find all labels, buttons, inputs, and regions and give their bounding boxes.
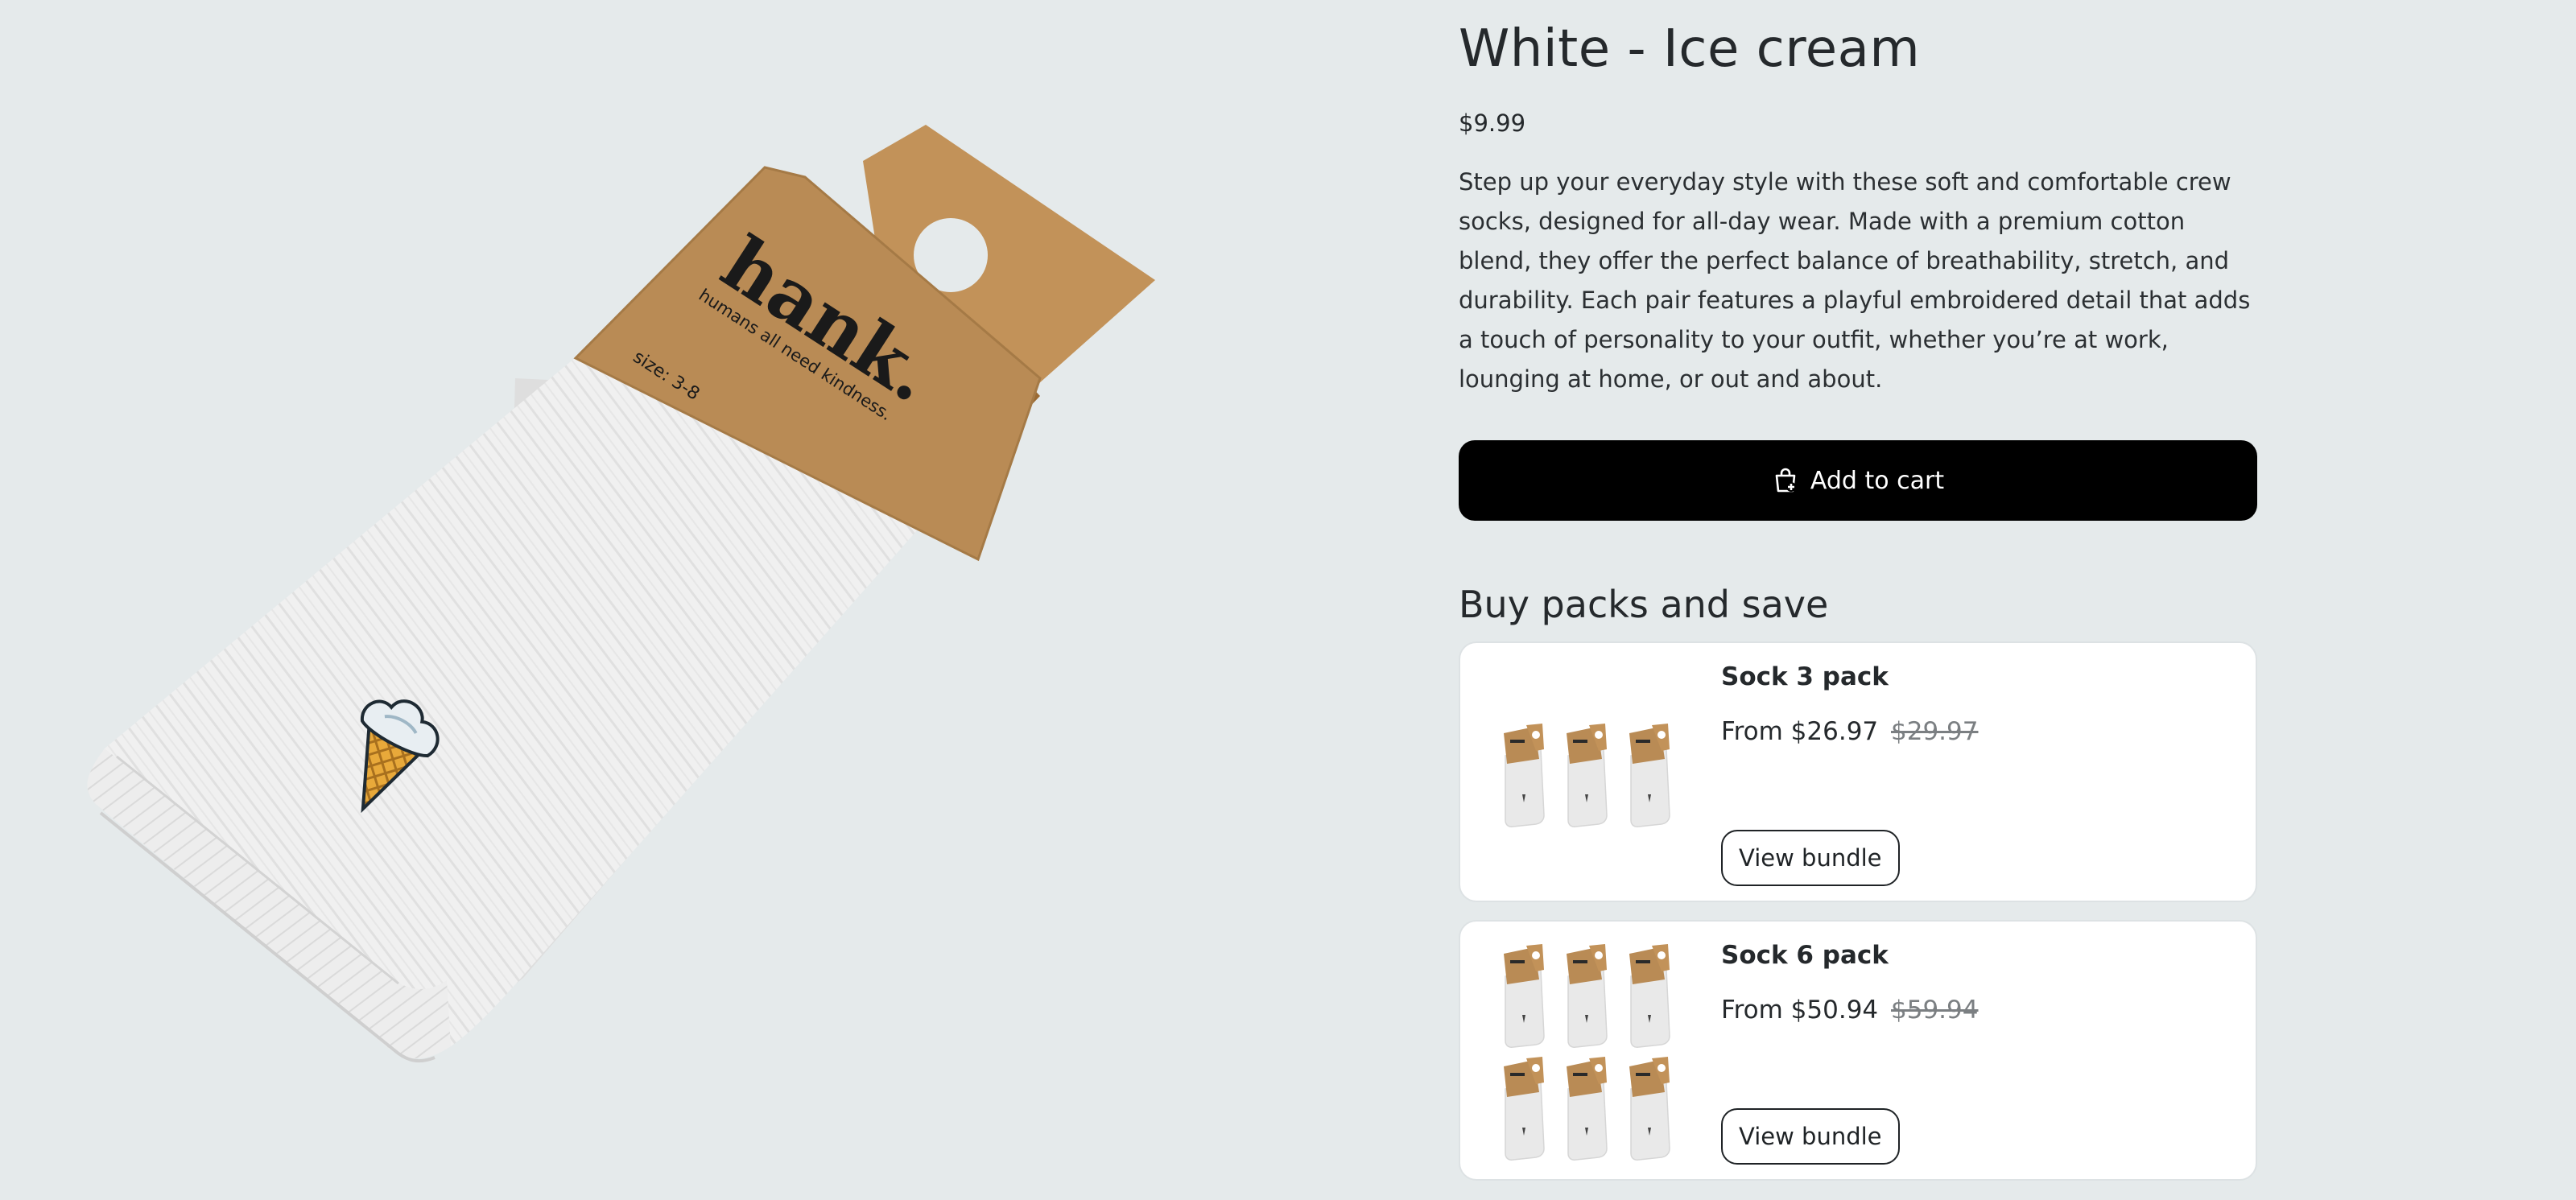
bundle-6-pack-thumbnail xyxy=(1504,944,1670,1161)
bundle-name: Sock 6 pack xyxy=(1721,941,1889,970)
mini-sock-pack xyxy=(1567,724,1608,827)
product-price: $9.99 xyxy=(1459,109,1526,137)
mini-sock-pack xyxy=(1629,724,1670,827)
mini-sock-pack xyxy=(1567,944,1608,1048)
bundle-pricing: From $50.94 $59.94 xyxy=(1721,996,1979,1025)
mini-sock-pack xyxy=(1567,1057,1608,1161)
mini-sock-pack xyxy=(1504,944,1545,1048)
view-bundle-button[interactable]: View bundle xyxy=(1721,1108,1900,1165)
mini-sock-pack xyxy=(1629,944,1670,1048)
product-title: White - Ice cream xyxy=(1459,19,1921,79)
compare-at-price: $59.94 xyxy=(1891,996,1979,1025)
bundle-details: Sock 3 pack From $26.97 $29.97 View bund… xyxy=(1721,643,2236,901)
mini-sock-pack xyxy=(1629,1057,1670,1161)
sock-package-illustration: hank. humans all need kindness. size: 3-… xyxy=(87,125,1155,1063)
view-bundle-button[interactable]: View bundle xyxy=(1721,830,1900,886)
bundle-card[interactable]: Sock 3 pack From $26.97 $29.97 View bund… xyxy=(1459,641,2257,902)
add-to-cart-label: Add to cart xyxy=(1810,466,1945,495)
bundle-3-pack-thumbnail xyxy=(1504,724,1670,827)
bundle-details: Sock 6 pack From $50.94 $59.94 View bund… xyxy=(1721,922,2236,1179)
bundle-name: Sock 3 pack xyxy=(1721,662,1889,691)
bundles-section-title: Buy packs and save xyxy=(1459,583,1829,626)
compare-at-price: $29.97 xyxy=(1891,717,1979,746)
price-prefix: From xyxy=(1721,996,1783,1025)
product-description: Step up your everyday style with these s… xyxy=(1459,168,2251,393)
mini-sock-pack xyxy=(1504,724,1545,827)
bundle-price: $26.97 xyxy=(1790,717,1879,746)
bundle-price: $50.94 xyxy=(1790,996,1879,1025)
add-to-cart-button[interactable]: Add to cart xyxy=(1459,440,2257,521)
product-image[interactable]: hank. humans all need kindness. size: 3-… xyxy=(0,0,1385,1200)
mini-sock-pack xyxy=(1504,1057,1545,1161)
price-prefix: From xyxy=(1721,717,1783,746)
bundle-pricing: From $26.97 $29.97 xyxy=(1721,717,1979,746)
bundle-card[interactable]: Sock 6 pack From $50.94 $59.94 View bund… xyxy=(1459,920,2257,1181)
shopping-bag-icon xyxy=(1775,468,1796,493)
product-page: hank. humans all need kindness. size: 3-… xyxy=(0,0,2576,1200)
